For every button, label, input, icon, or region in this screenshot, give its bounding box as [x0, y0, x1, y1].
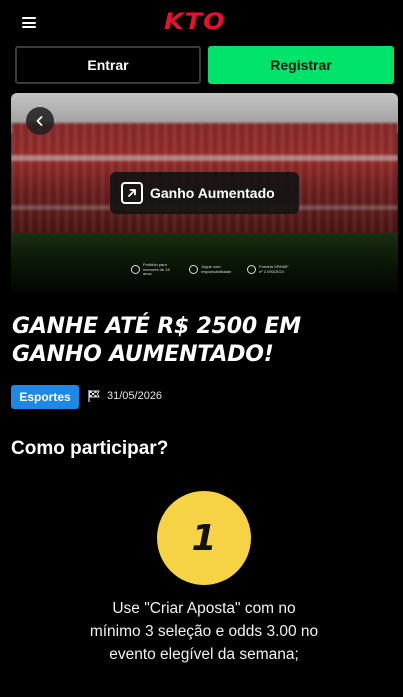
badge-label: Ganho Aumentado — [150, 185, 275, 201]
how-to-participate-title: Como participar? — [11, 438, 169, 459]
checkered-flag-icon — [88, 390, 100, 402]
boosted-odds-badge: Ganho Aumentado — [110, 172, 299, 214]
legal-notes: Proibido para menores de 18 anos Jogue c… — [131, 262, 291, 277]
promo-end-date: 31/05/2026 — [87, 389, 162, 403]
chevron-left-icon — [36, 116, 43, 126]
top-bar: KTO — [0, 0, 403, 44]
date-text: 31/05/2026 — [107, 390, 163, 402]
back-button[interactable] — [26, 107, 54, 135]
promo-banner: Ganho Aumentado Proibido para menores de… — [11, 93, 398, 292]
arrow-up-right-icon — [121, 182, 143, 204]
category-tag[interactable]: Esportes — [11, 385, 79, 409]
legal-note: Portaria SPA/MF nº 2.090/2024 — [247, 263, 291, 277]
license-shield-icon — [247, 265, 256, 275]
register-button[interactable]: Registrar — [208, 46, 394, 84]
kto-logo[interactable]: KTO — [164, 10, 226, 35]
legal-note: Proibido para menores de 18 anos — [131, 262, 175, 277]
hamburger-icon[interactable] — [22, 17, 36, 28]
step-description: Use "Criar Aposta" com no mínimo 3 seleç… — [89, 600, 319, 663]
age-restriction-icon — [131, 265, 140, 275]
step-number: 1 — [191, 517, 217, 559]
legal-note: Jogue com responsabilidade — [189, 263, 233, 277]
responsible-gaming-icon — [189, 265, 198, 275]
login-button[interactable]: Entrar — [15, 46, 201, 84]
promo-headline: GANHE ATÉ R$ 2500 EM GANHO AUMENTADO! — [12, 314, 301, 367]
step-number-badge: 1 — [157, 491, 251, 585]
